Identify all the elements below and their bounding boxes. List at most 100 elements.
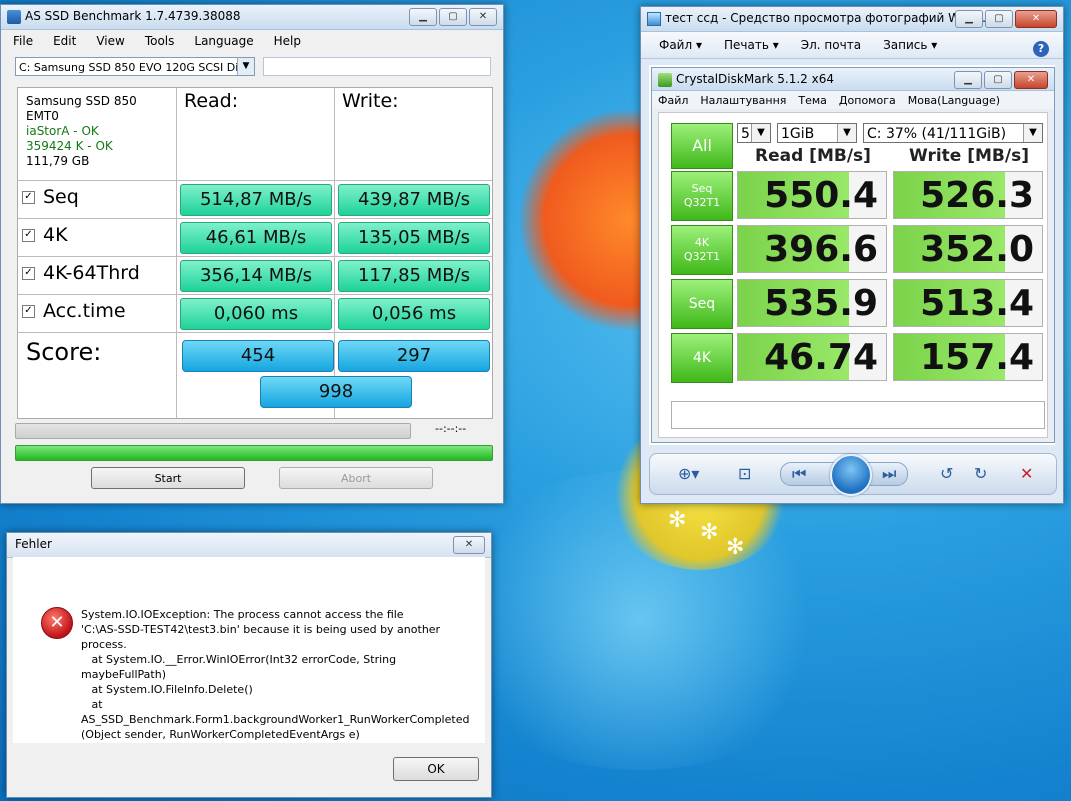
menu-help[interactable]: Help	[274, 34, 301, 48]
minimize-button[interactable]: ▁	[955, 10, 983, 28]
row-4k: ✓ 4K	[22, 224, 68, 246]
menu-edit[interactable]: Edit	[53, 34, 76, 48]
acc-time-checkbox[interactable]: ✓	[22, 304, 35, 318]
cdm-title: CrystalDiskMark 5.1.2 x64	[676, 72, 834, 86]
error-titlebar: Fehler ✕	[7, 533, 491, 558]
rotate-left-icon[interactable]: ↺	[940, 464, 953, 483]
chevron-down-icon: ▼	[1023, 124, 1042, 142]
as-ssd-window: AS SSD Benchmark 1.7.4739.38088 ▁ ▢ ✕ Fi…	[0, 4, 504, 504]
driver-status: iaStorA - OK	[26, 124, 99, 138]
close-button[interactable]: ✕	[453, 536, 485, 554]
cdm-seq-button: Seq	[671, 279, 733, 329]
test-name: 4K	[694, 236, 710, 249]
close-button: ✕	[1014, 71, 1048, 89]
4k-checkbox[interactable]: ✓	[22, 228, 35, 242]
maximize-button[interactable]: ▢	[985, 10, 1013, 28]
actual-size-icon[interactable]: ⊡	[738, 464, 751, 483]
sparkle-icon: ✻	[700, 520, 719, 545]
4k-write-result: 135,05 MB/s	[338, 222, 490, 254]
cdm-titlebar: CrystalDiskMark 5.1.2 x64 ▁ ▢ ✕	[652, 68, 1054, 91]
test-name: Seq	[688, 296, 716, 312]
window-title: тест ссд - Средство просмотра фотографий…	[665, 11, 990, 25]
cdm-4k-q32t1-button: 4K Q32T1	[671, 225, 733, 275]
crystaldiskmark-window: CrystalDiskMark 5.1.2 x64 ▁ ▢ ✕ Файл Нал…	[651, 67, 1055, 443]
menu-file[interactable]: File	[13, 34, 33, 48]
close-button[interactable]: ✕	[469, 8, 497, 26]
cdm-size-value: 1GiB	[781, 126, 815, 142]
help-icon[interactable]: ?	[1033, 41, 1049, 57]
cdm-menu-settings: Налаштування	[700, 93, 787, 107]
test-progress-bar	[15, 423, 411, 439]
cdm-menu-file: Файл	[658, 93, 689, 107]
ok-button[interactable]: OK	[393, 757, 479, 781]
previous-icon[interactable]: ⏮	[792, 464, 806, 484]
slideshow-button[interactable]	[830, 454, 872, 496]
dialog-title: Fehler	[15, 537, 52, 551]
cdm-results-panel: All 5 ▼ 1GiB ▼ C: 37% (41/111GiB) ▼ Read [M…	[658, 112, 1048, 438]
delete-icon[interactable]: ✕	[1020, 464, 1033, 483]
photo-viewer-icon	[647, 12, 661, 26]
window-title: AS SSD Benchmark 1.7.4739.38088	[25, 9, 241, 23]
alignment-status: 359424 K - OK	[26, 139, 113, 153]
menu-email[interactable]: Эл. почта	[801, 38, 861, 52]
score-label: Score:	[26, 338, 102, 366]
next-icon[interactable]: ⏭	[882, 464, 896, 484]
read-score: 454	[182, 340, 334, 372]
app-icon	[7, 10, 21, 24]
cdm-menu-language: Мова(Language)	[907, 93, 1001, 107]
menu-tools[interactable]: Tools	[145, 34, 175, 48]
test-name: Seq	[691, 182, 713, 195]
menu-language[interactable]: Language	[194, 34, 253, 48]
drive-firmware: EMT0	[26, 109, 59, 123]
drive-model: Samsung SSD 850	[26, 94, 137, 108]
row-label: Seq	[43, 186, 79, 208]
cdm-read-header: Read [MB/s]	[755, 146, 871, 166]
row-4k-64thrd: ✓ 4K-64Thrd	[22, 262, 140, 284]
cdm-count-value: 5	[741, 126, 750, 142]
abort-button[interactable]: Abort	[279, 467, 433, 489]
4k-64thrd-checkbox[interactable]: ✓	[22, 266, 35, 280]
4k-64thrd-read-result: 356,14 MB/s	[180, 260, 332, 292]
test-queue: Q32T1	[683, 196, 721, 209]
menu-file[interactable]: Файл ▾	[659, 38, 702, 52]
cdm-size-select: 1GiB ▼	[777, 123, 857, 143]
cdm-seq-write: 513.4	[893, 279, 1043, 327]
menu-burn[interactable]: Запись ▾	[883, 38, 937, 52]
error-dialog: Fehler ✕ ✕ System.IO.IOException: The pr…	[6, 532, 492, 798]
acc-time-read-result: 0,060 ms	[180, 298, 332, 330]
test-name: 4K	[692, 350, 712, 366]
cdm-menu-theme: Тема	[798, 93, 827, 107]
drive-select[interactable]: C: Samsung SSD 850 EVO 120G SCSI Disk D …	[15, 57, 255, 76]
elapsed-timer: --:--:--	[435, 422, 467, 435]
menu-print[interactable]: Печать ▾	[724, 38, 779, 52]
write-header: Write:	[342, 90, 399, 112]
maximize-button[interactable]: ▢	[439, 8, 467, 26]
drive-info-field	[263, 57, 491, 76]
chevron-down-icon[interactable]: ▼	[237, 58, 254, 75]
seq-write-result: 439,87 MB/s	[338, 184, 490, 216]
read-header: Read:	[184, 90, 239, 112]
chevron-down-icon: ▼	[751, 124, 770, 142]
rotate-right-icon[interactable]: ↻	[974, 464, 987, 483]
maximize-button: ▢	[984, 71, 1012, 89]
sparkle-icon: ✻	[726, 535, 745, 560]
minimize-button[interactable]: ▁	[409, 8, 437, 26]
results-grid: Samsung SSD 850 EMT0 iaStorA - OK 359424…	[17, 87, 493, 419]
cdm-seq-q32t1-button: Seq Q32T1	[671, 171, 733, 221]
error-icon: ✕	[41, 607, 73, 639]
cdm-seq-read: 535.9	[737, 279, 887, 327]
cdm-4k-button: 4K	[671, 333, 733, 383]
seq-checkbox[interactable]: ✓	[22, 190, 35, 204]
photo-area: CrystalDiskMark 5.1.2 x64 ▁ ▢ ✕ Файл Нал…	[649, 65, 1055, 445]
menu-view[interactable]: View	[96, 34, 124, 48]
zoom-icon[interactable]: ⊕▾	[678, 464, 699, 483]
chevron-down-icon: ▼	[837, 124, 856, 142]
cdm-seq-q32t1-read: 550.4	[737, 171, 887, 219]
row-seq: ✓ Seq	[22, 186, 79, 208]
4k-64thrd-write-result: 117,85 MB/s	[338, 260, 490, 292]
cdm-all-button: All	[671, 123, 733, 169]
cdm-4k-write: 157.4	[893, 333, 1043, 381]
start-button[interactable]: Start	[91, 467, 245, 489]
total-score: 998	[260, 376, 412, 408]
close-button[interactable]: ✕	[1015, 10, 1057, 28]
